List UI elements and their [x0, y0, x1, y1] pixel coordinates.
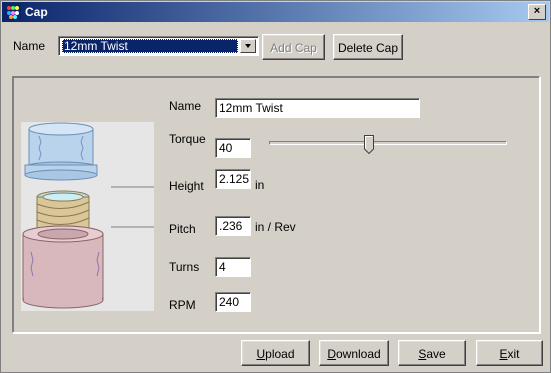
pitch-input[interactable]: .236	[215, 216, 251, 236]
add-cap-label: Add Cap	[270, 41, 317, 55]
delete-cap-button[interactable]: Delete Cap	[333, 34, 403, 60]
torque-slider-track[interactable]	[269, 141, 507, 145]
name-label: Name	[169, 99, 202, 113]
height-label: Height	[169, 179, 204, 193]
turns-input[interactable]: 4	[215, 257, 251, 277]
pitch-unit: in / Rev	[255, 220, 296, 234]
delete-cap-label: Delete Cap	[337, 41, 399, 55]
close-button[interactable]: ×	[528, 4, 546, 20]
turns-label: Turns	[169, 260, 200, 274]
torque-input[interactable]: 40	[215, 138, 251, 158]
title-bar[interactable]: Cap ×	[2, 2, 549, 22]
download-label: ownload	[335, 347, 381, 361]
exit-label: xit	[507, 347, 520, 361]
cap-selector-dropdown[interactable]: 12mm Twist	[58, 36, 259, 56]
cap-bottle-illustration	[21, 122, 154, 311]
name-input[interactable]: 12mm Twist	[215, 98, 420, 118]
close-icon: ×	[533, 5, 541, 17]
torque-label: Torque	[169, 132, 206, 146]
height-input[interactable]: 2.125	[215, 169, 251, 189]
pitch-label: Pitch	[169, 222, 196, 236]
app-icon	[5, 4, 21, 20]
cap-window: Cap × Name 12mm Twist Add Cap Delete Cap	[0, 0, 551, 373]
save-label: ave	[426, 347, 446, 361]
height-unit: in	[255, 178, 265, 192]
cap-selector-label: Name	[13, 39, 46, 53]
upload-button[interactable]: Upload	[241, 340, 310, 366]
cap-selector-value: 12mm Twist	[62, 39, 238, 53]
rpm-input[interactable]: 240	[215, 292, 251, 312]
add-cap-button[interactable]: Add Cap	[262, 34, 325, 60]
exit-button[interactable]: Exit	[476, 340, 543, 366]
download-mnemonic: D	[327, 347, 336, 361]
window-title: Cap	[25, 5, 48, 19]
rpm-label: RPM	[169, 298, 196, 312]
exit-mnemonic: E	[499, 347, 508, 361]
save-button[interactable]: Save	[398, 340, 466, 366]
upload-label: pload	[265, 347, 295, 361]
chevron-down-icon[interactable]	[240, 39, 256, 53]
torque-slider-thumb[interactable]	[363, 135, 374, 154]
upload-mnemonic: U	[256, 347, 266, 361]
download-button[interactable]: Download	[319, 340, 389, 366]
